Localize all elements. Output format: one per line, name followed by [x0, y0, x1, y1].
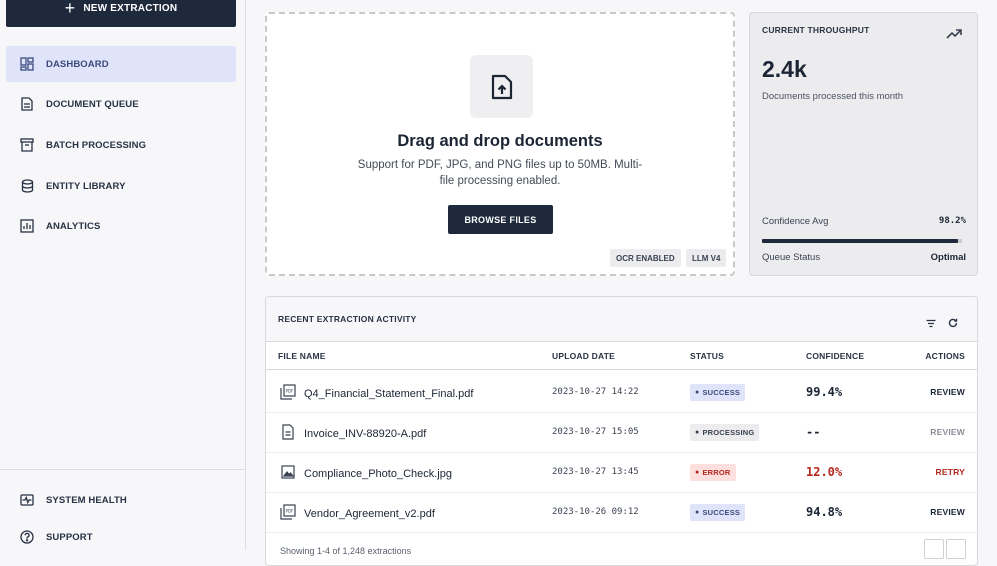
- confidence-value: 94.8%: [806, 505, 843, 519]
- upload-date: 2023-10-27 13:45: [552, 467, 639, 477]
- upload-date: 2023-10-27 15:05: [552, 427, 639, 437]
- file-name-cell: Compliance_Photo_Check.jpg: [280, 464, 452, 483]
- new-extraction-label: NEW EXTRACTION: [83, 3, 178, 14]
- upload-dropzone[interactable]: Drag and drop documents Support for PDF,…: [265, 12, 735, 276]
- table-row[interactable]: PDF Vendor_Agreement_v2.pdf 2023-10-26 0…: [266, 492, 977, 533]
- pagination-summary: Showing 1-4 of 1,248 extractions: [280, 546, 412, 556]
- status-badge: ● SUCCESS: [690, 504, 746, 521]
- confidence-value: --: [806, 425, 821, 439]
- confidence-progress-fill: [762, 239, 959, 243]
- activity-title: RECENT EXTRACTION ACTIVITY: [278, 314, 417, 324]
- column-divider: [266, 369, 977, 370]
- confidence-value: 99.4%: [806, 385, 843, 399]
- throughput-subtitle: Documents processed this month: [762, 91, 903, 102]
- throughput-card: CURRENT THROUGHPUT 2.4k Documents proces…: [749, 12, 978, 276]
- image-icon: [280, 464, 296, 483]
- sidebar-item-label: ENTITY LIBRARY: [46, 180, 126, 192]
- status-badge: ● PROCESSING: [690, 424, 760, 441]
- file-name: Vendor_Agreement_v2.pdf: [304, 507, 435, 520]
- review-button[interactable]: REVIEW: [930, 387, 965, 397]
- sidebar-item-system-health[interactable]: SYSTEM HEALTH: [6, 482, 236, 518]
- next-page-button[interactable]: [946, 539, 966, 559]
- sidebar-item-document-queue[interactable]: DOCUMENT QUEUE: [6, 86, 236, 122]
- activity-tools: [926, 315, 958, 333]
- sidebar-item-label: BATCH PROCESSING: [46, 139, 147, 151]
- column-confidence[interactable]: CONFIDENCE: [806, 351, 864, 361]
- sidebar-item-dashboard[interactable]: DASHBOARD: [6, 46, 236, 82]
- sidebar-item-label: SYSTEM HEALTH: [46, 494, 127, 506]
- database-icon: [19, 178, 35, 194]
- table-row[interactable]: Invoice_INV-88920-A.pdf 2023-10-27 15:05…: [266, 412, 977, 453]
- file-name-cell: Invoice_INV-88920-A.pdf: [280, 424, 426, 443]
- table-row[interactable]: Compliance_Photo_Check.jpg 2023-10-27 13…: [266, 452, 977, 493]
- sidebar-item-batch-processing[interactable]: BATCH PROCESSING: [6, 127, 236, 163]
- throughput-value: 2.4k: [762, 56, 807, 82]
- confidence-progress-bar: [762, 239, 962, 243]
- health-icon: [19, 492, 35, 508]
- column-status[interactable]: STATUS: [690, 351, 724, 361]
- recent-activity-panel: RECENT EXTRACTION ACTIVITY FILE NAME UPL…: [265, 296, 978, 566]
- confidence-value: 12.0%: [806, 465, 843, 479]
- status-badge: ● SUCCESS: [690, 384, 746, 401]
- refresh-icon[interactable]: [948, 315, 958, 333]
- document-icon: [19, 96, 35, 112]
- pdf-icon: PDF: [280, 384, 296, 403]
- sidebar-item-entity-library[interactable]: ENTITY LIBRARY: [6, 168, 236, 204]
- file-name: Invoice_INV-88920-A.pdf: [304, 427, 427, 440]
- status-badge: ● ERROR: [690, 464, 736, 481]
- sidebar-item-label: DOCUMENT QUEUE: [46, 98, 139, 110]
- activity-header: RECENT EXTRACTION ACTIVITY: [266, 297, 977, 342]
- svg-text:PDF: PDF: [286, 509, 294, 514]
- plus-icon: +: [64, 0, 76, 18]
- column-upload-date[interactable]: UPLOAD DATE: [552, 351, 615, 361]
- file-name-cell: PDF Q4_Financial_Statement_Final.pdf: [280, 384, 473, 403]
- retry-button[interactable]: RETRY: [936, 467, 966, 477]
- llm-v4-tag: LLM V4: [686, 249, 727, 267]
- dashboard-icon: [19, 56, 35, 72]
- upload-description: Support for PDF, JPG, and PNG files up t…: [357, 159, 643, 187]
- svg-text:PDF: PDF: [286, 389, 294, 394]
- document-icon: [280, 424, 296, 443]
- ocr-enabled-tag: OCR ENABLED: [610, 249, 681, 267]
- archive-icon: [19, 137, 35, 153]
- file-name-cell: PDF Vendor_Agreement_v2.pdf: [280, 504, 435, 523]
- pdf-icon: PDF: [280, 504, 296, 523]
- sidebar: + NEW EXTRACTION DASHBOARD DOCUMENT QUEU…: [0, 0, 246, 550]
- upload-title: Drag and drop documents: [397, 132, 603, 150]
- queue-status-value: Optimal: [930, 252, 966, 263]
- help-icon: [19, 529, 35, 545]
- upload-date: 2023-10-26 09:12: [552, 507, 639, 517]
- file-upload-icon: [470, 55, 533, 118]
- browse-files-button[interactable]: BROWSE FILES: [448, 205, 553, 234]
- file-name: Q4_Financial_Statement_Final.pdf: [304, 387, 474, 400]
- trending-up-icon: [946, 27, 962, 45]
- sidebar-divider: [0, 469, 245, 470]
- filter-icon[interactable]: [926, 315, 936, 333]
- sidebar-item-label: SUPPORT: [46, 531, 93, 543]
- queue-status-row: Queue Status Optimal: [762, 252, 966, 263]
- upload-date: 2023-10-27 14:22: [552, 387, 639, 397]
- confidence-avg-row: Confidence Avg 98.2%: [762, 216, 966, 227]
- sidebar-item-label: ANALYTICS: [46, 220, 101, 232]
- review-button[interactable]: REVIEW: [930, 507, 965, 517]
- confidence-avg-label: Confidence Avg: [762, 216, 829, 227]
- confidence-avg-value: 98.2%: [938, 216, 966, 226]
- column-file-name[interactable]: FILE NAME: [278, 351, 326, 361]
- review-button[interactable]: REVIEW: [930, 427, 965, 437]
- column-actions: ACTIONS: [925, 351, 965, 361]
- queue-status-label: Queue Status: [762, 252, 821, 263]
- file-name: Compliance_Photo_Check.jpg: [304, 467, 452, 480]
- sidebar-item-analytics[interactable]: ANALYTICS: [6, 208, 236, 244]
- analytics-icon: [19, 218, 35, 234]
- sidebar-item-label: DASHBOARD: [46, 58, 109, 70]
- throughput-label: CURRENT THROUGHPUT: [762, 25, 870, 35]
- previous-page-button[interactable]: [924, 539, 944, 559]
- table-row[interactable]: PDF Q4_Financial_Statement_Final.pdf 202…: [266, 372, 977, 413]
- new-extraction-button[interactable]: + NEW EXTRACTION: [6, 0, 236, 27]
